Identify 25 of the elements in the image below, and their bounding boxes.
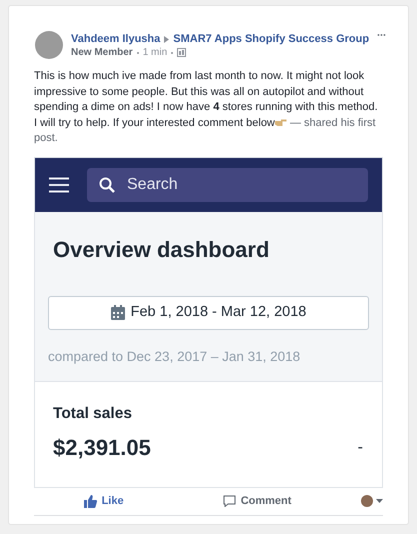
comparison-text: compared to Dec 23, 2017 – Jan 31, 2018 xyxy=(47,348,302,366)
avatar[interactable] xyxy=(361,495,373,507)
member-role: New Member xyxy=(71,46,133,59)
post-text: This is how much ive made from last month to now. It might not look impressive to some people. But this was all on autopilot and without spending a dime on ads! I now have 4 stores running with this method. I will try to help. If your interested comment below — shared his first post. xyxy=(34,69,379,146)
metric-value: $2,391.05 xyxy=(53,434,151,462)
like-button[interactable]: Like xyxy=(84,492,124,510)
pointing-hand-icon xyxy=(274,116,287,126)
triangle-icon xyxy=(164,36,170,42)
menu-icon[interactable] xyxy=(49,176,69,192)
avatar[interactable] xyxy=(35,31,63,59)
caret-icon[interactable] xyxy=(376,499,383,503)
comment-button[interactable]: Comment xyxy=(222,492,292,510)
date-range-button[interactable]: Feb 1, 2018 - Mar 12, 2018 xyxy=(48,296,369,330)
more-icon[interactable] xyxy=(377,33,386,37)
calendar-icon xyxy=(110,305,125,320)
thumbs-up-icon xyxy=(84,494,97,508)
metric-change: - xyxy=(358,438,364,458)
author-name[interactable]: Vahdeem Ilyusha xyxy=(71,32,160,46)
speech-bubble-icon xyxy=(222,495,236,507)
page-title: Overview dashboard xyxy=(52,236,270,264)
group-icon xyxy=(177,48,186,57)
group-name[interactable]: SMAR7 Apps Shopify Success Group xyxy=(173,32,370,46)
search-field[interactable]: Search xyxy=(87,168,368,202)
search-icon xyxy=(99,176,115,192)
metric-label: Total sales xyxy=(53,404,133,424)
